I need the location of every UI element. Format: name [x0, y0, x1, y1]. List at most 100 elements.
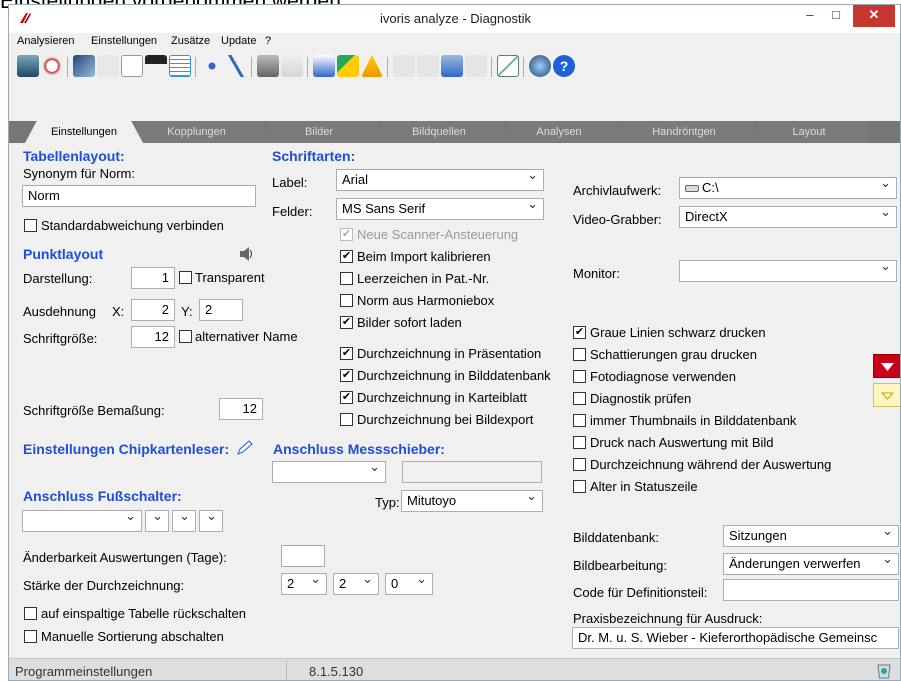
menu-analysieren[interactable]: Analysieren	[17, 35, 74, 47]
word-icon[interactable]	[313, 55, 335, 77]
pencil-icon[interactable]	[235, 439, 255, 457]
right-option-checkbox[interactable]	[573, 370, 586, 383]
synonym-input[interactable]: Norm	[22, 185, 256, 207]
darstellung-input[interactable]: 1	[131, 267, 175, 289]
schriftgroesse-input[interactable]: 12	[131, 326, 175, 348]
ausdehnung-y-input[interactable]: 2	[199, 299, 243, 321]
books-icon[interactable]	[337, 55, 359, 77]
table-icon[interactable]	[169, 55, 191, 77]
speaker-icon[interactable]	[237, 245, 255, 263]
bemassung-label: Schriftgröße Bemaßung:	[23, 403, 165, 418]
typ-select[interactable]: Mitutoyo	[401, 490, 543, 512]
menu-einstellungen[interactable]: Einstellungen	[91, 35, 157, 47]
fussschalter-select-3[interactable]	[172, 510, 196, 532]
right-option-checkbox[interactable]	[573, 348, 586, 361]
xray-icon[interactable]	[73, 55, 95, 77]
menu-zusaetze[interactable]: Zusätze	[171, 35, 210, 47]
right-option-checkbox[interactable]	[573, 480, 586, 493]
right-option-checkbox[interactable]	[573, 458, 586, 471]
label-font-select[interactable]: Arial	[336, 169, 544, 191]
yellow-action-button[interactable]	[873, 383, 900, 407]
middle-option-checkbox[interactable]: ✔	[340, 347, 353, 360]
video-label: Video-Grabber:	[573, 212, 662, 227]
blank-page-icon[interactable]	[121, 55, 143, 77]
schriftarten-heading: Schriftarten:	[272, 148, 356, 164]
video-select[interactable]: DirectX	[679, 206, 897, 228]
help-icon[interactable]: ?	[553, 55, 575, 77]
menu-update[interactable]: Update	[221, 35, 256, 47]
toolbar-separator	[307, 57, 308, 77]
red-action-button[interactable]	[873, 354, 900, 378]
messschieber-heading: Anschluss Messschieber:	[273, 441, 445, 457]
bilddb-select[interactable]: Sitzungen	[723, 525, 899, 547]
middle-option-checkbox[interactable]	[340, 294, 353, 307]
einspaltig-checkbox[interactable]	[24, 607, 37, 620]
bemassung-input[interactable]: 12	[219, 398, 263, 420]
status-text: Programmeinstellungen	[15, 664, 153, 679]
search-patient-icon[interactable]	[41, 55, 63, 77]
chart-icon[interactable]	[497, 55, 519, 77]
tab-bildquellen[interactable]: Bildquellen	[374, 121, 504, 143]
right-option-checkbox[interactable]	[573, 392, 586, 405]
tab-einstellungen[interactable]: Einstellungen	[25, 121, 143, 143]
maximize-button[interactable]: □	[825, 5, 847, 27]
middle-option-label: Neue Scanner-Ansteuerung	[357, 227, 519, 242]
messschieber-input[interactable]	[402, 461, 542, 483]
print-icon[interactable]	[257, 55, 279, 77]
measure-s-icon[interactable]	[393, 55, 415, 77]
toolbar-separator	[195, 57, 196, 77]
fussschalter-select-2[interactable]	[145, 510, 169, 532]
middle-option-checkbox[interactable]	[340, 272, 353, 285]
tab-layout[interactable]: Layout	[749, 121, 869, 143]
staerke-select-1[interactable]: 2	[281, 573, 327, 595]
fussschalter-select-4[interactable]	[199, 510, 223, 532]
fussschalter-select[interactable]	[22, 510, 142, 532]
warning-icon[interactable]	[361, 55, 383, 77]
code-input[interactable]	[723, 579, 899, 601]
menu-help[interactable]: ?	[265, 35, 271, 47]
print-preview-icon[interactable]	[281, 55, 303, 77]
middle-option-checkbox[interactable]	[340, 413, 353, 426]
transparent-checkbox[interactable]	[179, 271, 192, 284]
darstellung-label: Darstellung:	[23, 271, 93, 286]
measure-x-icon[interactable]	[417, 55, 439, 77]
tabellenlayout-heading: Tabellenlayout:	[23, 148, 125, 164]
close-button[interactable]: ✕	[853, 5, 895, 27]
recycle-bin-icon[interactable]	[875, 661, 893, 679]
tab-bilder[interactable]: Bilder	[259, 121, 379, 143]
stdabw-checkbox[interactable]	[24, 219, 37, 232]
praxis-input[interactable]: Dr. M. u. S. Wieber - Kieferorthopädisch…	[572, 627, 899, 649]
middle-option-checkbox[interactable]: ✔	[340, 316, 353, 329]
right-option-checkbox[interactable]	[573, 436, 586, 449]
bildbearb-select[interactable]: Änderungen verwerfen	[723, 553, 899, 575]
right-option-label: Alter in Statuszeile	[590, 479, 698, 494]
archiv-select[interactable]: C:\	[679, 177, 897, 199]
messschieber-select[interactable]	[272, 461, 386, 483]
compass-icon[interactable]	[225, 55, 247, 77]
globe-icon[interactable]	[529, 55, 551, 77]
camera-icon[interactable]	[145, 55, 167, 77]
points-icon[interactable]	[201, 55, 223, 77]
database-icon[interactable]	[17, 55, 39, 77]
ausdehnung-x-input[interactable]: 2	[131, 299, 175, 321]
middle-option-checkbox[interactable]: ✔	[340, 391, 353, 404]
tab-kopplungen[interactable]: Kopplungen	[129, 121, 264, 143]
staerke-select-3[interactable]: 0	[385, 573, 433, 595]
tab-analysen[interactable]: Analysen	[499, 121, 619, 143]
staerke-select-2[interactable]: 2	[333, 573, 379, 595]
minimize-button[interactable]: –	[799, 5, 821, 27]
settings-page-icon[interactable]	[441, 55, 463, 77]
alt-name-checkbox[interactable]	[179, 330, 192, 343]
right-option-checkbox[interactable]	[573, 414, 586, 427]
middle-option-checkbox[interactable]: ✔	[340, 369, 353, 382]
tab-handroentgen[interactable]: Handröntgen	[614, 121, 754, 143]
sortierung-checkbox[interactable]	[24, 630, 37, 643]
right-option-checkbox[interactable]: ✔	[573, 326, 586, 339]
scissors-icon[interactable]	[465, 55, 487, 77]
typ-label: Typ:	[375, 495, 400, 510]
middle-option-checkbox[interactable]: ✔	[340, 250, 353, 263]
aenderbarkeit-input[interactable]	[281, 545, 325, 567]
felder-font-select[interactable]: MS Sans Serif	[336, 198, 544, 220]
toolbar-separator	[523, 57, 524, 77]
monitor-select[interactable]	[679, 260, 897, 282]
